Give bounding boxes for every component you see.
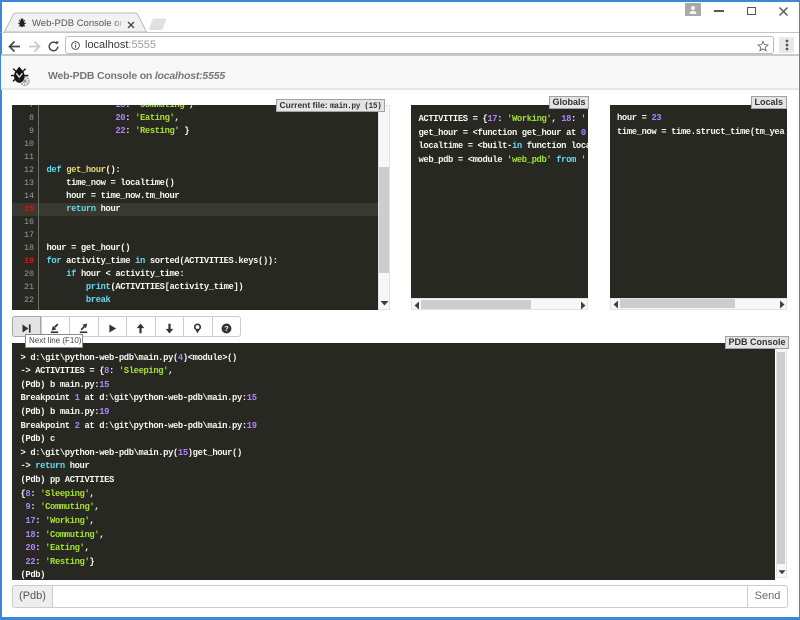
svg-text:?: ? [224,324,229,333]
